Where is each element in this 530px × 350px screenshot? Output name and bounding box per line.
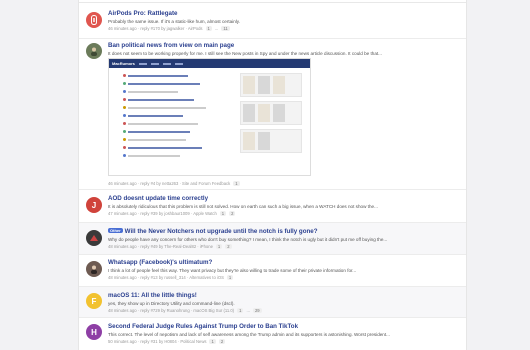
thread-title[interactable]: Second Federal Judge Rules Against Trump… (108, 323, 460, 330)
thread-item[interactable]: H Second Federal Judge Rules Against Tru… (79, 318, 466, 350)
thread-meta: 50 minutes ago · reply #31 by H0804 · Po… (108, 339, 460, 344)
page-link[interactable]: 2 (229, 211, 236, 216)
thread-excerpt: yes, they show up in Directory Utility a… (108, 301, 235, 306)
thread-excerpt: This correct. The level of nepotism and … (108, 332, 390, 337)
meta-text: 47 minutes ago · reply #39 by joshbaur10… (108, 211, 217, 216)
thread-title[interactable]: AirPods Pro: Rattlegate (108, 10, 460, 17)
screenshot-thread-list (123, 73, 221, 161)
avatar (86, 230, 102, 246)
page-link[interactable]: 1 (237, 308, 244, 313)
avatar: F (86, 293, 102, 309)
meta-text: 48 minutes ago · reply #13 by russell_31… (108, 275, 224, 280)
avatar (86, 261, 102, 277)
avatar (86, 43, 102, 59)
thread-title[interactable]: Ban political news from view on main pag… (108, 42, 460, 49)
page-ellipsis: ... (246, 308, 250, 313)
page-ellipsis: ... (214, 26, 219, 31)
meta-text: 48 minutes ago · reply #729 by Ruanohrun… (108, 308, 235, 313)
thread-excerpt: Probably the same issue. If it's a stati… (108, 19, 241, 24)
thread-item[interactable]: Ban political news from view on main pag… (79, 39, 466, 190)
page-link[interactable]: 11 (221, 26, 230, 31)
page-link[interactable]: 2 (225, 244, 232, 249)
page-link[interactable]: 1 (226, 275, 234, 280)
dark-avatar-icon (90, 235, 98, 241)
thread-item[interactable]: F macOS 11: All the little things! yes, … (79, 287, 466, 318)
thread-meta: 47 minutes ago · reply #39 by joshbaur10… (108, 211, 460, 216)
screenshot-header: MacRumors (109, 59, 310, 68)
thread-excerpt: Why do people have any concern for other… (108, 237, 388, 242)
divider (79, 2, 466, 3)
thread-item[interactable]: J AOD doesnt update time correctly It is… (79, 190, 466, 223)
meta-text: 50 minutes ago · reply #31 by H0804 · Po… (108, 339, 207, 344)
thread-title[interactable]: Whatsapp (Facebook)'s ultimatum? (108, 259, 460, 266)
thread-item[interactable]: Other Will the Never Notchers not upgrade… (79, 223, 466, 255)
page-link[interactable]: 1 (219, 211, 227, 216)
thread-item[interactable]: Whatsapp (Facebook)'s ultimatum? I think… (79, 255, 466, 287)
avatar: H (86, 324, 102, 340)
thread-meta: 46 minutes ago · reply #4 by netta263 · … (108, 181, 240, 186)
thread-feed: AirPods Pro: Rattlegate Probably the sam… (78, 0, 467, 350)
screenshot-sidebar (240, 73, 302, 157)
embedded-screenshot[interactable]: MacRumors (108, 58, 311, 176)
thread-title[interactable]: macOS 11: All the little things! (108, 292, 460, 299)
airpods-icon (91, 15, 97, 25)
thread-title-text: Will the Never Notchers not upgrade unti… (124, 228, 318, 235)
macrumors-logo: MacRumors (112, 61, 135, 66)
thread-meta: 46 minutes ago · reply #170 by jagwalker… (108, 26, 460, 31)
page-link[interactable]: 1 (205, 26, 212, 31)
page-link[interactable]: 1 (215, 244, 223, 249)
thread-item[interactable]: AirPods Pro: Rattlegate Probably the sam… (79, 4, 466, 39)
thread-meta: 48 minutes ago · reply #13 by russell_31… (108, 275, 460, 280)
avatar: J (86, 197, 102, 213)
page-link[interactable]: 29 (252, 308, 262, 313)
page-link[interactable]: 1 (209, 339, 216, 344)
thread-excerpt: I think a lot of people feel this way. T… (108, 268, 357, 273)
thread-excerpt: It does not seem to be working properly … (108, 51, 382, 56)
person-icon (91, 265, 97, 274)
thread-meta: 48 minutes ago · reply #729 by Ruanohrun… (108, 308, 460, 313)
thread-meta: 48 minutes ago · reply #49 by The-Real-D… (108, 244, 460, 249)
thread-title[interactable]: Other Will the Never Notchers not upgrade… (108, 228, 460, 235)
avatar (86, 12, 102, 28)
meta-text: 46 minutes ago · reply #4 by netta263 · … (108, 181, 231, 186)
thread-title[interactable]: AOD doesnt update time correctly (108, 195, 460, 202)
thread-excerpt: It is absolutely ridiculous that this pr… (108, 204, 378, 209)
page-link[interactable]: 2 (218, 339, 226, 344)
prefix-badge: Other (108, 228, 123, 233)
meta-text: 46 minutes ago · reply #170 by jagwalker… (108, 26, 203, 31)
meta-text: 48 minutes ago · reply #49 by The-Real-D… (108, 244, 213, 249)
person-icon (91, 47, 97, 56)
page-link[interactable]: 1 (233, 181, 240, 186)
